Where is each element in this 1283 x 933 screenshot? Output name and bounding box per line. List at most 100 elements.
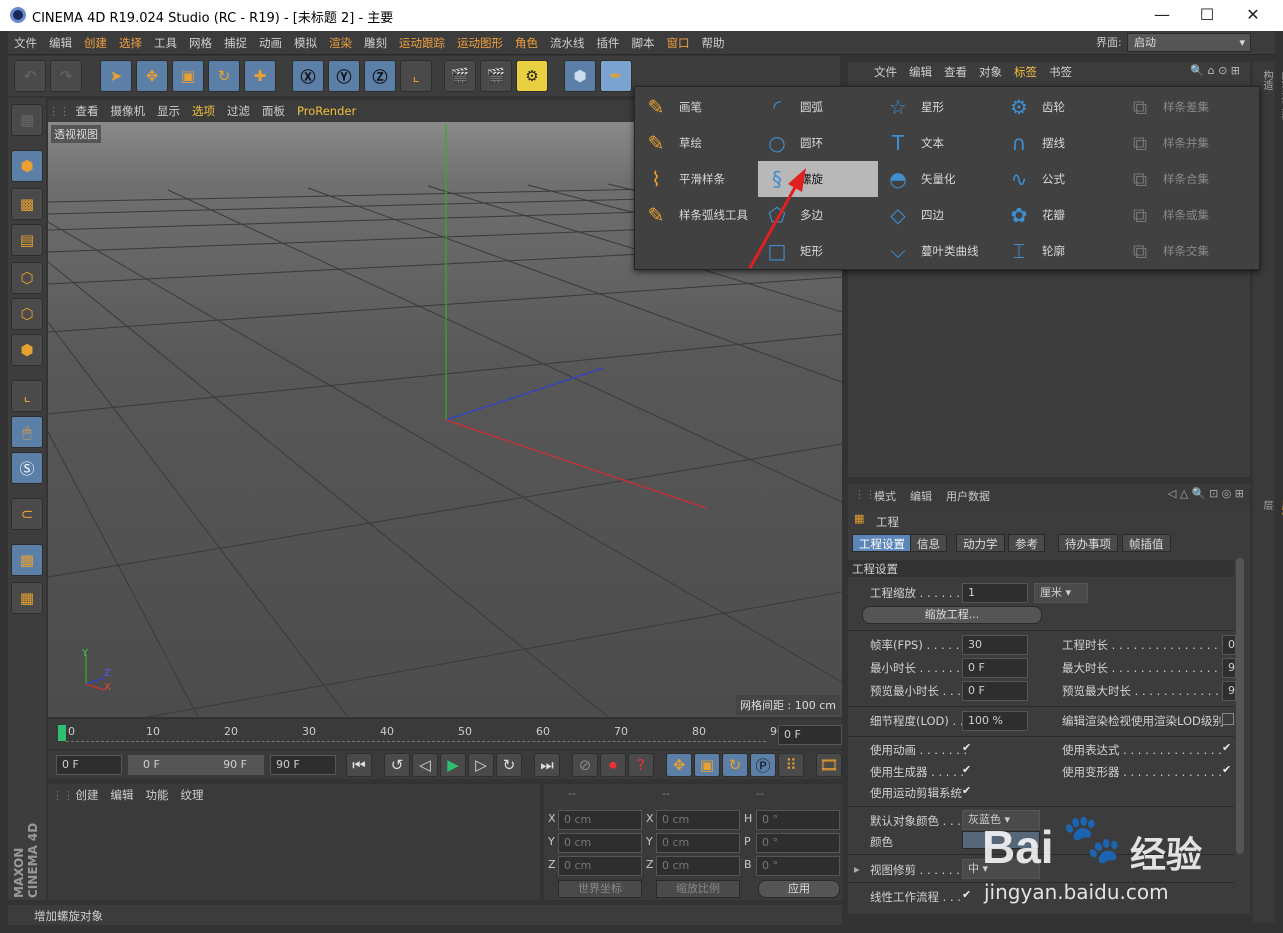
attr-tab-3[interactable]: 参考 — [1008, 534, 1045, 552]
polygons-mode-button[interactable]: ⬢ — [11, 334, 43, 366]
live-select-button[interactable]: ➤ — [100, 60, 132, 92]
render-view-button[interactable]: 🎬 — [444, 60, 476, 92]
scale-button[interactable]: ▣ — [172, 60, 204, 92]
record-keys-button[interactable]: ⊘ — [572, 753, 598, 777]
next-frame-button[interactable]: ▷ — [468, 753, 494, 777]
timeline-ruler[interactable]: 0 10 20 30 40 50 60 70 80 90 0 F — [48, 719, 842, 749]
viewport-menu-item-6[interactable]: ProRender — [291, 100, 362, 122]
pen-button[interactable]: ✒ — [600, 60, 632, 92]
key-param-button[interactable]: Ⓟ — [750, 753, 776, 777]
current-frame-field[interactable]: 0 F — [778, 725, 842, 745]
cube-button[interactable]: ⬢ — [564, 60, 596, 92]
spline-item-0-0[interactable]: ✎ 画笔 — [637, 89, 757, 125]
layout-select[interactable]: 启动 ▾ — [1127, 33, 1251, 52]
next-key-button[interactable]: ↻ — [496, 753, 522, 777]
object-manager-search-icons[interactable]: 🔍 ⌂ ⊙ ⊞ — [1190, 64, 1240, 77]
spline-item-1-1[interactable]: ○ 圆环 — [758, 125, 878, 161]
close-button[interactable]: ✕ — [1230, 2, 1276, 28]
menu-item-5[interactable]: 网格 — [183, 31, 218, 55]
lock-workplane-button[interactable]: ▦ — [11, 544, 43, 576]
magnet-button[interactable]: ⊂ — [11, 498, 43, 530]
material-menu-item-3[interactable]: 纹理 — [175, 784, 210, 806]
menu-item-11[interactable]: 运动跟踪 — [393, 31, 451, 55]
render-picture-viewer-button[interactable]: 🎬 — [480, 60, 512, 92]
model-mode-button[interactable]: ⬢ — [11, 150, 43, 182]
max-time-input[interactable]: 9 — [1222, 658, 1236, 678]
x-axis-button[interactable]: Ⓧ — [292, 60, 324, 92]
coord-position-field[interactable]: 0 cm — [558, 856, 642, 876]
use-motion-system-checkbox[interactable]: ✔ — [962, 785, 974, 797]
material-menu-item-0[interactable]: 创建 — [70, 784, 105, 806]
object-manager-tab-4[interactable]: 标签 — [1008, 62, 1043, 82]
preview-max-input[interactable]: 9 — [1222, 681, 1236, 701]
viewport-menu-item-0[interactable]: 查看 — [70, 100, 105, 122]
make-editable-button[interactable]: ▦ — [11, 104, 43, 136]
material-menu-item-1[interactable]: 编辑 — [105, 784, 140, 806]
attr-tab-1[interactable]: 信息 — [910, 534, 947, 552]
menu-item-4[interactable]: 工具 — [148, 31, 183, 55]
attr-tab-2[interactable]: 动力学 — [956, 534, 1005, 552]
viewport-menu-item-3[interactable]: 选项 — [186, 100, 221, 122]
object-manager-tab-0[interactable]: 文件 — [868, 62, 903, 82]
menu-item-13[interactable]: 角色 — [509, 31, 544, 55]
spline-item-4-0[interactable]: ⧉ 样条差集 — [1121, 89, 1241, 125]
coord-size-field[interactable]: 0 cm — [656, 856, 740, 876]
spline-item-3-1[interactable]: ∩ 摆线 — [1000, 125, 1120, 161]
spline-item-4-4[interactable]: ⧉ 样条交集 — [1121, 233, 1241, 269]
menu-item-16[interactable]: 脚本 — [626, 31, 661, 55]
spline-item-2-3[interactable]: ◇ 四边 — [879, 197, 999, 233]
spline-item-0-1[interactable]: ✎ 草绘 — [637, 125, 757, 161]
planar-workplane-button[interactable]: ▦ — [11, 582, 43, 614]
side-tab-2[interactable]: 内容浏览器 — [1277, 70, 1283, 120]
z-axis-button[interactable]: Ⓩ — [364, 60, 396, 92]
spline-item-4-3[interactable]: ⧉ 样条或集 — [1121, 197, 1241, 233]
use-animation-checkbox[interactable]: ✔ — [962, 742, 974, 754]
menu-item-8[interactable]: 模拟 — [288, 31, 323, 55]
coord-position-field[interactable]: 0 cm — [558, 833, 642, 853]
menu-item-17[interactable]: 窗口 — [661, 31, 696, 55]
timeline-window-button[interactable]: 🎞 — [816, 753, 842, 777]
lod-render-checkbox[interactable] — [1222, 713, 1234, 725]
side-tab2-1[interactable]: 层 — [1259, 500, 1274, 520]
side-tab-3[interactable]: 构造 — [1259, 70, 1274, 120]
menu-item-15[interactable]: 插件 — [591, 31, 626, 55]
spline-item-2-4[interactable]: ⌵ 蔓叶类曲线 — [879, 233, 999, 269]
points-mode-button[interactable]: ⬡ — [11, 262, 43, 294]
spline-item-3-3[interactable]: ✿ 花瓣 — [1000, 197, 1120, 233]
spline-item-1-0[interactable]: ◜ 圆弧 — [758, 89, 878, 125]
spline-item-0-2[interactable]: ⌇ 平滑样条 — [637, 161, 757, 197]
menu-item-2[interactable]: 创建 — [78, 31, 113, 55]
coordinate-system-button[interactable]: ⌞ — [400, 60, 432, 92]
timeline-playhead[interactable] — [58, 725, 66, 741]
spline-item-4-2[interactable]: ⧉ 样条合集 — [1121, 161, 1241, 197]
object-manager-tab-2[interactable]: 查看 — [938, 62, 973, 82]
attr-nav-icons[interactable]: ◁ △ 🔍 ⊡ ◎ ⊞ — [1168, 487, 1244, 500]
key-scale-button[interactable]: ▣ — [694, 753, 720, 777]
goto-start-button[interactable]: ⏮ — [346, 753, 372, 777]
prev-frame-button[interactable]: ◁ — [412, 753, 438, 777]
frame-range-slider[interactable]: 0 F 90 F — [128, 755, 264, 775]
key-pla-button[interactable]: ⠿ — [778, 753, 804, 777]
menu-item-12[interactable]: 运动图形 — [451, 31, 509, 55]
spline-item-0-3[interactable]: ✎ 样条弧线工具 — [637, 197, 757, 233]
attr-menu-mode[interactable]: 模式 — [874, 488, 896, 504]
workplane-mode-button[interactable]: ▤ — [11, 224, 43, 256]
viewport-menu-item-4[interactable]: 过滤 — [221, 100, 256, 122]
auto-key-button[interactable]: ⏺ — [600, 753, 626, 777]
maximize-button[interactable]: ☐ — [1184, 2, 1230, 28]
object-manager-tab-1[interactable]: 编辑 — [903, 62, 938, 82]
use-expression-checkbox[interactable]: ✔ — [1222, 742, 1234, 754]
render-settings-button[interactable]: ⚙ — [516, 60, 548, 92]
spline-item-2-2[interactable]: ◓ 矢量化 — [879, 161, 999, 197]
end-frame-field[interactable]: 90 F — [270, 755, 336, 775]
menu-item-14[interactable]: 流水线 — [544, 31, 591, 55]
menu-item-10[interactable]: 雕刻 — [358, 31, 393, 55]
texture-mode-button[interactable]: ▩ — [11, 188, 43, 220]
snap-button[interactable]: Ⓢ — [11, 452, 43, 484]
fps-input[interactable]: 30 — [962, 635, 1028, 655]
rotate-button[interactable]: ↻ — [208, 60, 240, 92]
side-tab2-0[interactable]: 属性 — [1277, 500, 1283, 520]
menu-item-3[interactable]: 选择 — [113, 31, 148, 55]
duration-input[interactable]: 0 — [1222, 635, 1236, 655]
menu-item-18[interactable]: 帮助 — [696, 31, 731, 55]
